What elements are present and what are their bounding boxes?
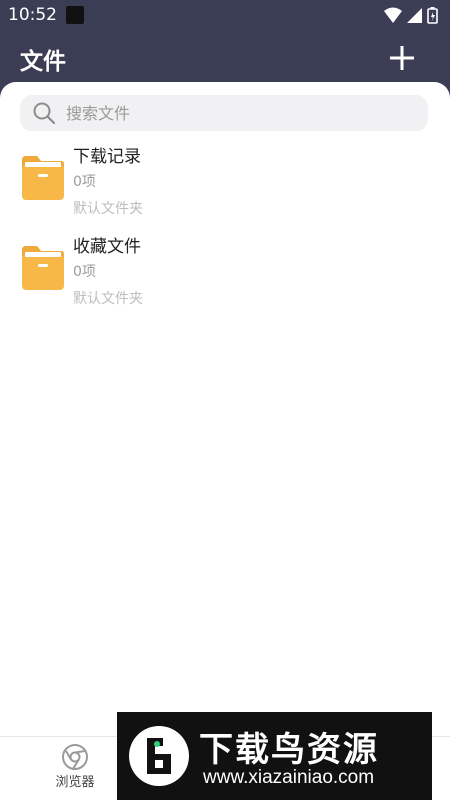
folder-count: 0项 [73, 174, 96, 190]
search-icon [33, 102, 56, 125]
browser-icon [62, 744, 88, 770]
add-button[interactable] [384, 40, 420, 76]
folder-count: 0项 [73, 264, 96, 280]
watermark-title: 下载鸟资源 [199, 730, 379, 770]
file-list-panel: 下载记录 0项 默认文件夹 收藏文件 0项 默认文件夹 [0, 82, 450, 736]
search-bar[interactable] [20, 95, 428, 131]
watermark-url: www.xiazainiao.com [203, 767, 375, 788]
search-input[interactable] [66, 95, 416, 131]
folder-item-downloads[interactable]: 下载记录 0项 默认文件夹 [0, 142, 450, 228]
watermark-banner: 下载鸟资源 www.xiazainiao.com [117, 712, 432, 800]
bird-logo-icon [129, 726, 189, 786]
folder-icon [22, 156, 64, 200]
folder-description: 默认文件夹 [73, 291, 143, 307]
folder-name: 收藏文件 [73, 237, 141, 257]
notification-app-icon [66, 6, 84, 24]
app-header: 文件 [0, 32, 450, 82]
nav-item-browser[interactable]: 浏览器 [40, 737, 110, 800]
signal-icon [407, 8, 422, 23]
nav-item-label: 浏览器 [55, 775, 95, 790]
status-time: 10:52 [8, 5, 57, 25]
folder-item-favorites[interactable]: 收藏文件 0项 默认文件夹 [0, 232, 450, 318]
plus-icon [390, 46, 414, 70]
folder-icon [22, 246, 64, 290]
battery-icon [427, 7, 438, 24]
status-bar: 10:52 [0, 0, 450, 32]
wifi-icon [384, 7, 402, 23]
folder-description: 默认文件夹 [73, 201, 143, 217]
folder-name: 下载记录 [73, 147, 141, 167]
page-title: 文件 [20, 49, 66, 75]
status-icons [384, 7, 438, 24]
